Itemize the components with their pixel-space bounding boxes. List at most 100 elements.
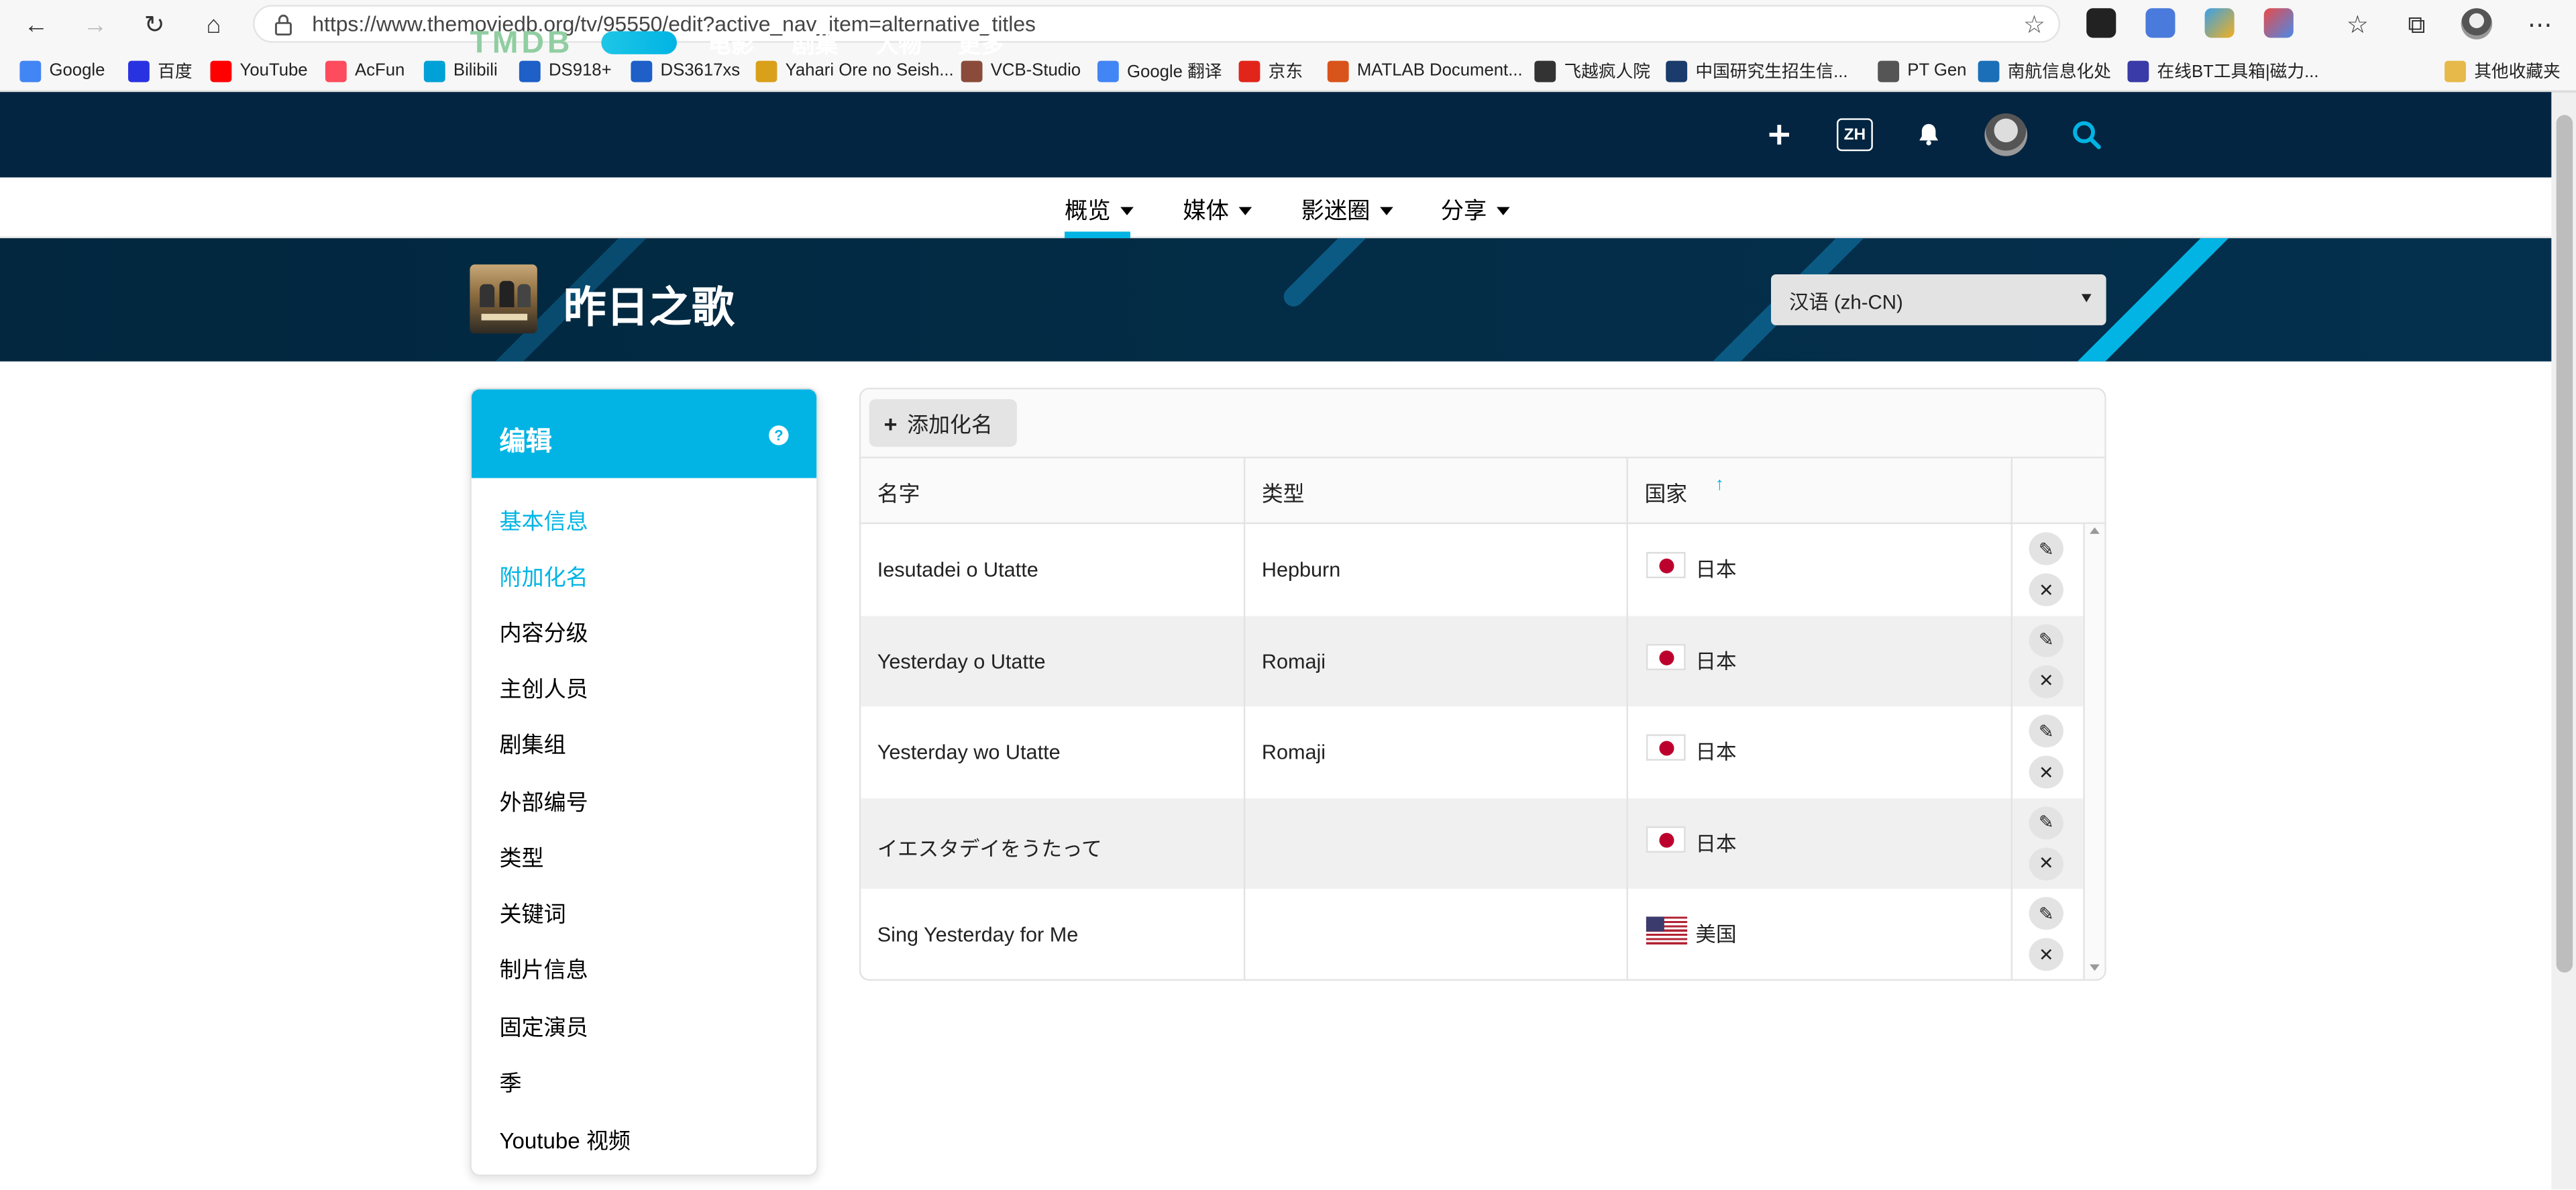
column-divider xyxy=(1243,458,1246,979)
sidebar-title: 编辑 xyxy=(499,429,552,457)
edit-pencil-icon[interactable]: ✎ xyxy=(2029,806,2063,839)
delete-x-icon[interactable]: ✕ xyxy=(2029,847,2063,880)
bookmark-label: Yahari Ore no Seish... xyxy=(785,60,954,81)
bookmark-item[interactable]: 中国研究生招生信... xyxy=(1666,56,1848,85)
edit-pencil-icon[interactable]: ✎ xyxy=(2029,897,2063,930)
sidebar-item-external-ids[interactable]: 外部编号 xyxy=(499,783,588,816)
column-header-type[interactable]: 类型 xyxy=(1262,476,1305,508)
table-row: Sing Yesterday for Me 美国 ✎ ✕ xyxy=(861,889,2085,979)
usa-flag-icon xyxy=(1646,916,1688,945)
sidebar-item-regular-cast[interactable]: 固定演员 xyxy=(499,1009,588,1042)
tmdb-logo[interactable]: TMDB xyxy=(470,26,573,62)
url-text: https://www.themoviedb.org/tv/95550/edit… xyxy=(312,11,1036,36)
bookmark-item[interactable]: YouTube xyxy=(210,56,308,85)
user-avatar[interactable] xyxy=(1984,113,2028,156)
title-country-cell: 日本 xyxy=(1695,832,1737,855)
bookmark-item[interactable]: Yahari Ore no Seish... xyxy=(755,56,954,85)
bookmark-item[interactable]: 飞越疯人院 xyxy=(1534,56,1650,85)
add-alternative-title-button[interactable]: + 添加化名 xyxy=(869,399,1017,447)
delete-x-icon[interactable]: ✕ xyxy=(2029,755,2063,789)
profile-avatar[interactable] xyxy=(2461,8,2493,40)
sidebar-item-production[interactable]: 制片信息 xyxy=(499,951,588,984)
nuaa-icon xyxy=(1978,60,2000,82)
anime-icon xyxy=(755,60,777,82)
subnav-media[interactable]: 媒体 xyxy=(1183,194,1252,227)
bookmark-item[interactable]: PT Gen xyxy=(1878,56,1966,85)
extension-icon[interactable] xyxy=(2263,8,2294,38)
bookmark-item[interactable]: Google xyxy=(19,56,105,85)
column-divider xyxy=(2010,458,2013,979)
edit-pencil-icon[interactable]: ✎ xyxy=(2029,714,2063,748)
sidebar-item-episode-groups[interactable]: 剧集组 xyxy=(499,726,566,759)
sidebar-item-genres[interactable]: 类型 xyxy=(499,839,543,872)
scroll-up-arrow-icon[interactable] xyxy=(2090,527,2100,534)
bookmark-item[interactable]: 南航信息化处 xyxy=(1978,56,2111,85)
youtube-icon xyxy=(210,60,232,82)
forward-icon[interactable]: → xyxy=(77,7,113,43)
subnav-overview[interactable]: 概览 xyxy=(1065,194,1134,227)
japan-flag-icon xyxy=(1646,734,1686,761)
column-header-country[interactable]: 国家 xyxy=(1644,476,1687,508)
sidebar-item-keywords[interactable]: 关键词 xyxy=(499,896,566,928)
show-title[interactable]: 昨日之歌 xyxy=(564,274,735,335)
search-icon[interactable] xyxy=(2072,120,2101,150)
edit-pencil-icon[interactable]: ✎ xyxy=(2029,532,2063,565)
bookmark-item[interactable]: AcFun xyxy=(325,56,405,85)
sidebar-item-basic-info[interactable]: 基本信息 xyxy=(499,502,588,535)
bookmark-label: Google xyxy=(49,60,105,81)
delete-x-icon[interactable]: ✕ xyxy=(2029,664,2063,698)
caret-down-icon xyxy=(1238,206,1252,215)
sub-navigation xyxy=(0,177,2576,239)
favorites-icon[interactable]: ☆ xyxy=(2339,7,2375,43)
nav-movies[interactable]: 电影 xyxy=(708,28,755,61)
delete-x-icon[interactable]: ✕ xyxy=(2029,573,2063,606)
notification-bell-icon[interactable] xyxy=(1917,121,1940,146)
help-icon[interactable]: ? xyxy=(769,425,789,445)
bookmark-label: 中国研究生招生信... xyxy=(1695,61,1848,82)
sidebar-item-youtube-videos[interactable]: Youtube 视频 xyxy=(499,1122,630,1155)
sidebar-item-alternative-titles[interactable]: 附加化名 xyxy=(499,559,588,592)
nav-more[interactable]: 更多 xyxy=(958,28,1004,61)
bookmark-item[interactable]: 百度 xyxy=(128,56,193,85)
subnav-fandom[interactable]: 影迷圈 xyxy=(1301,194,1393,227)
column-header-name[interactable]: 名字 xyxy=(877,476,920,508)
sidebar-item-creators[interactable]: 主创人员 xyxy=(499,670,588,703)
page-scrollbar-thumb[interactable] xyxy=(2556,115,2573,973)
collections-icon[interactable]: ⧉ xyxy=(2399,7,2435,43)
poster-figure xyxy=(480,284,495,307)
sidebar-item-seasons[interactable]: 季 xyxy=(499,1065,521,1097)
home-icon[interactable]: ⌂ xyxy=(195,7,231,43)
title-country-cell: 日本 xyxy=(1695,649,1737,673)
refresh-icon[interactable]: ↻ xyxy=(136,7,172,43)
bookmark-item[interactable]: 其他收藏夹 xyxy=(2445,56,2561,85)
language-badge[interactable]: ZH xyxy=(1836,118,1873,152)
show-poster-thumbnail[interactable] xyxy=(470,264,537,334)
back-icon[interactable]: ← xyxy=(18,7,54,43)
translate-icon xyxy=(1097,60,1119,82)
nav-tv[interactable]: 剧集 xyxy=(792,28,838,61)
extension-icon[interactable] xyxy=(2086,8,2116,38)
sidebar-item-content-ratings[interactable]: 内容分级 xyxy=(499,614,588,647)
subnav-fandom-label: 影迷圈 xyxy=(1301,197,1371,224)
edit-pencil-icon[interactable]: ✎ xyxy=(2029,623,2063,657)
favorite-star-icon[interactable]: ☆ xyxy=(2023,10,2045,40)
bookmark-item[interactable]: MATLAB Document... xyxy=(1327,56,1523,85)
bookmark-item[interactable]: 京东 xyxy=(1238,56,1303,85)
table-scrollbar[interactable] xyxy=(2083,524,2105,979)
poster-figure xyxy=(517,284,531,307)
sort-ascending-icon[interactable]: ↑ xyxy=(1715,475,1724,494)
vcb-icon xyxy=(961,60,983,82)
bookmark-item[interactable]: Google 翻译 xyxy=(1097,56,1222,85)
graduate-icon xyxy=(1666,60,1688,82)
baidu-icon xyxy=(128,60,150,82)
subnav-share[interactable]: 分享 xyxy=(1441,194,1510,227)
scroll-down-arrow-icon[interactable] xyxy=(2090,964,2100,971)
delete-x-icon[interactable]: ✕ xyxy=(2029,938,2063,971)
more-menu-icon[interactable]: ⋯ xyxy=(2522,7,2558,43)
translate-extension-icon[interactable] xyxy=(2145,8,2176,38)
bookmark-item[interactable]: 在线BT工具箱|磁力... xyxy=(2127,56,2319,85)
add-icon[interactable] xyxy=(1768,123,1790,146)
language-select[interactable]: 汉语 (zh-CN) xyxy=(1771,274,2106,325)
extension-icon[interactable] xyxy=(2204,8,2235,38)
nav-people[interactable]: 人物 xyxy=(875,28,922,61)
